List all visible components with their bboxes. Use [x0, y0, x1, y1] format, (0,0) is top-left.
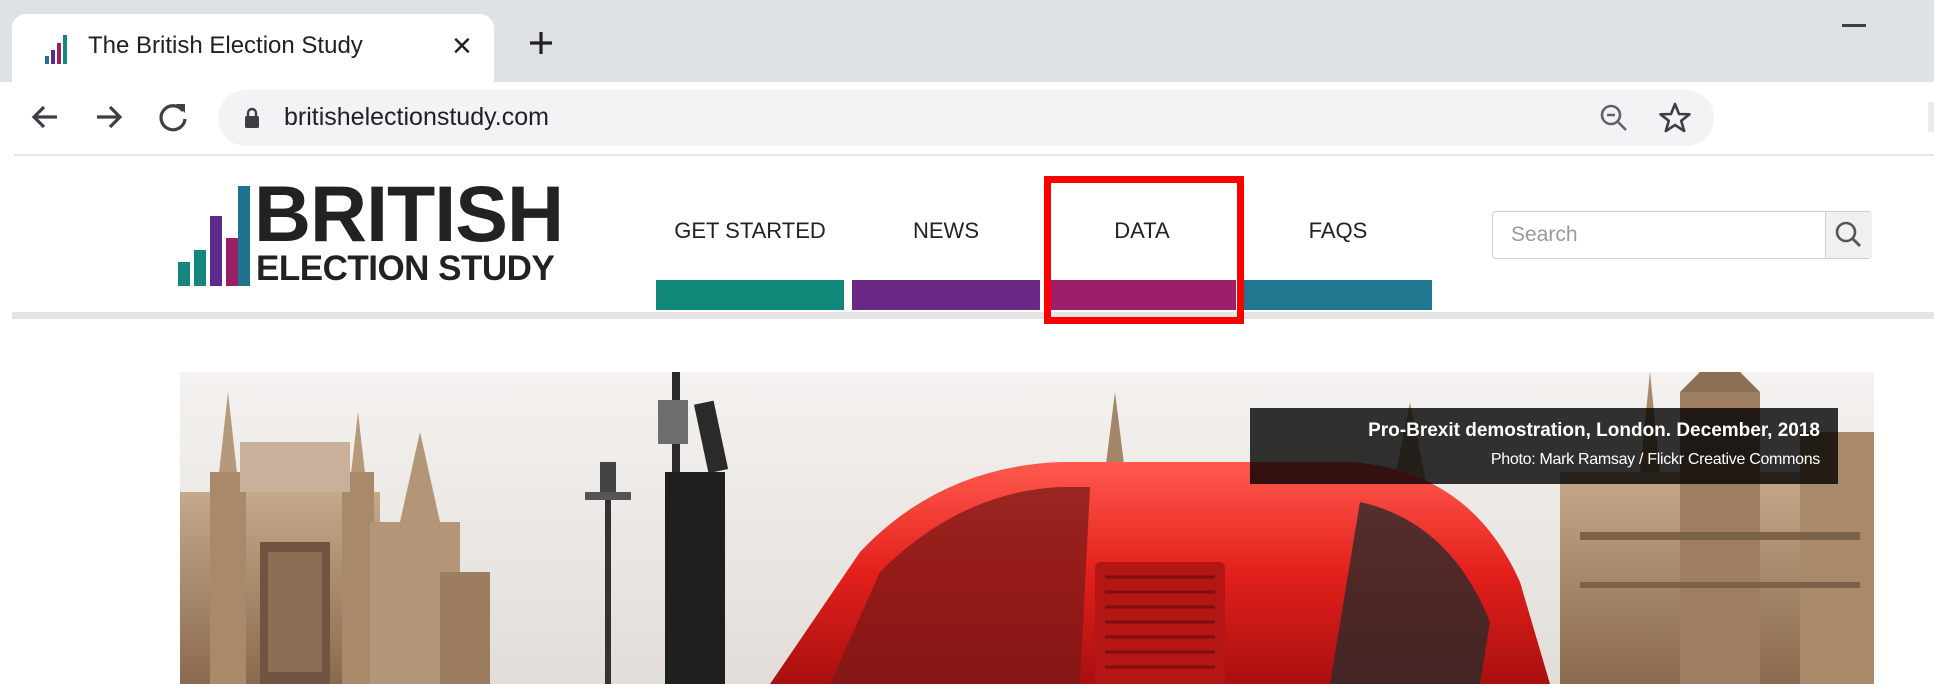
caption-title: Pro-Brexit demostration, London. Decembe… — [1368, 420, 1820, 441]
logo-title: BRITISH — [254, 169, 564, 258]
search-input[interactable] — [1493, 212, 1823, 258]
browser-toolbar: britishelectionstudy.com — [0, 82, 1934, 154]
logo-subtitle: ELECTION STUDY — [256, 249, 555, 288]
hero-caption: Pro-Brexit demostration, London. Decembe… — [1250, 408, 1838, 484]
nav-bar-faqs[interactable] — [1244, 280, 1432, 310]
highlight-box — [1044, 176, 1244, 324]
search-button[interactable] — [1825, 212, 1872, 258]
logo-bar — [178, 262, 190, 286]
minimize-icon[interactable] — [1842, 24, 1866, 27]
plus-icon[interactable] — [524, 26, 558, 60]
star-icon[interactable] — [1658, 101, 1692, 135]
logo-bar — [238, 186, 250, 286]
reload-icon[interactable] — [156, 100, 190, 134]
forward-arrow-icon[interactable] — [92, 100, 126, 134]
back-arrow-icon[interactable] — [28, 100, 62, 134]
nav-bar-get-started[interactable] — [656, 280, 844, 310]
nav-bar-news[interactable] — [852, 280, 1040, 310]
nav-faqs[interactable]: FAQS — [1244, 210, 1432, 252]
toolbar-edge — [1928, 102, 1934, 132]
tab-title: The British Election Study — [88, 32, 363, 59]
logo-bar — [210, 216, 222, 286]
zoom-out-icon[interactable] — [1598, 102, 1630, 134]
bar-chart-favicon — [45, 35, 67, 64]
close-icon[interactable]: × — [452, 26, 472, 66]
site-logo[interactable]: BRITISH ELECTION STUDY — [178, 172, 564, 288]
url-text: britishelectionstudy.com — [284, 103, 549, 131]
nav-news[interactable]: NEWS — [852, 210, 1040, 252]
browser-tab[interactable]: The British Election Study × — [12, 14, 494, 82]
lock-icon — [245, 107, 259, 128]
nav-get-started[interactable]: GET STARTED — [656, 210, 844, 252]
search-icon — [1835, 221, 1861, 247]
address-bar[interactable]: britishelectionstudy.com — [218, 90, 1714, 146]
search-form — [1492, 211, 1872, 259]
logo-bar — [194, 250, 206, 286]
tab-strip: The British Election Study × — [0, 0, 1934, 82]
toolbar-divider — [14, 154, 1934, 156]
logo-bar — [226, 238, 238, 286]
caption-credit: Photo: Mark Ramsay / Flickr Creative Com… — [1490, 451, 1820, 468]
header-divider — [12, 312, 1934, 319]
